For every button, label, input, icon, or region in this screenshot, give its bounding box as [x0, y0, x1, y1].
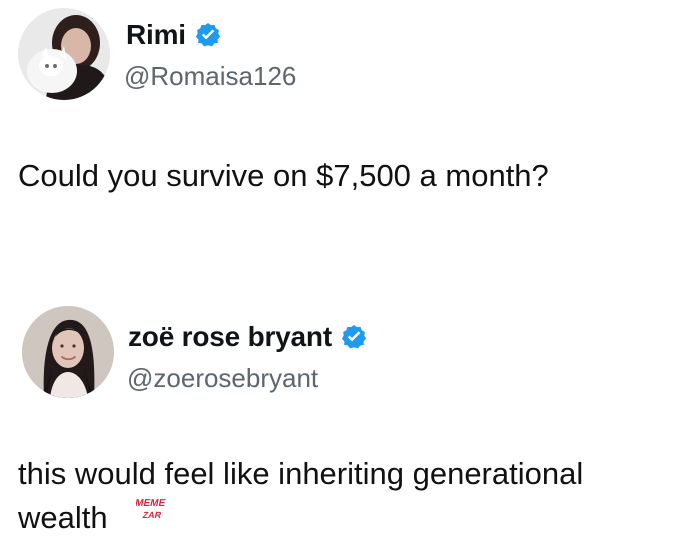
- profile-photo-icon: [18, 8, 110, 100]
- svg-text:MEME: MEME: [136, 498, 167, 509]
- author-row: zoë rose bryant: [128, 320, 368, 354]
- meme-zar-watermark-icon: MEME ZAR: [136, 495, 172, 525]
- avatar[interactable]: [18, 8, 110, 100]
- reply-text-line-2: wealth: [18, 500, 108, 535]
- display-name[interactable]: Rimi: [126, 18, 186, 52]
- reply-text-line-1: this would feel like inheriting generati…: [18, 456, 584, 491]
- profile-photo-icon: [22, 306, 114, 398]
- tweet-text: Could you survive on $7,500 a month?: [18, 158, 549, 193]
- author-row: Rimi: [126, 18, 222, 52]
- user-handle[interactable]: @Romaisa126: [124, 60, 296, 92]
- reply-tweet-card: zoë rose bryant @zoerosebryant this woul…: [0, 290, 700, 545]
- user-handle[interactable]: @zoerosebryant: [127, 362, 318, 394]
- display-name[interactable]: zoë rose bryant: [128, 320, 332, 354]
- reply-text: this would feel like inheriting generati…: [18, 452, 683, 540]
- avatar[interactable]: [22, 306, 114, 398]
- svg-text:ZAR: ZAR: [142, 510, 163, 520]
- tweet-card: Rimi @Romaisa126 Could you survive on $7…: [0, 0, 700, 260]
- verified-badge-icon: [194, 21, 222, 49]
- verified-badge-icon: [340, 323, 368, 351]
